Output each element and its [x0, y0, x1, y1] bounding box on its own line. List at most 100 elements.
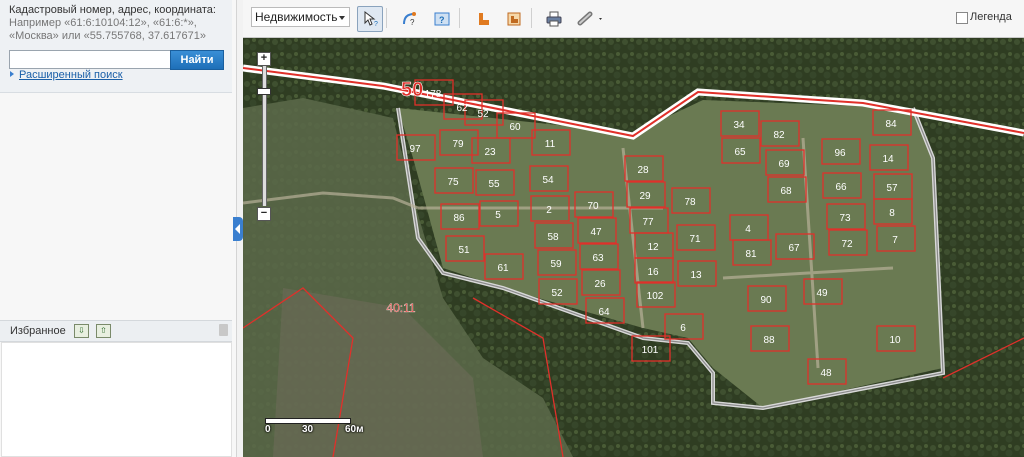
- plot-number-label[interactable]: 4: [745, 224, 751, 235]
- plot-number-label[interactable]: 12: [647, 242, 659, 253]
- toolbar-divider: [459, 8, 460, 28]
- search-hint-example: Например «61:6:10104:12», «61:6:*», «Мос…: [9, 17, 206, 42]
- plot-number-label[interactable]: 34: [733, 120, 745, 131]
- scale-mid-label: 30: [302, 424, 314, 435]
- info-tool-icon[interactable]: ?: [429, 6, 455, 32]
- plot-number-label[interactable]: 86: [453, 213, 465, 224]
- plot-number-label[interactable]: 14: [882, 154, 894, 165]
- district-label: 40:11: [386, 301, 415, 315]
- favorites-title: Избранное: [10, 325, 66, 337]
- plot-number-label[interactable]: 29: [639, 191, 651, 202]
- legend-checkbox[interactable]: [956, 12, 968, 24]
- plot-number-label[interactable]: 6: [680, 323, 686, 334]
- plot-number-label[interactable]: 69: [778, 159, 790, 170]
- favorites-header: Избранное ⇩ ⇧: [0, 320, 232, 342]
- link-icon[interactable]: [573, 6, 609, 32]
- expand-arrow-icon: [10, 71, 14, 77]
- plot-number-label[interactable]: 54: [542, 175, 554, 186]
- plot-number-label[interactable]: 65: [734, 147, 746, 158]
- plot-number-label[interactable]: 11: [545, 139, 556, 150]
- search-box: Кадастровый номер, адрес, координата: На…: [0, 0, 232, 93]
- plot-number-label[interactable]: 57: [886, 183, 898, 194]
- plot-number-label[interactable]: 73: [839, 213, 851, 224]
- plot-number-label[interactable]: 59: [550, 259, 562, 270]
- select-tool-icon[interactable]: ?: [357, 6, 383, 32]
- plot-number-label[interactable]: 78: [684, 197, 696, 208]
- plot-number-label[interactable]: 60: [509, 122, 521, 133]
- layer-select[interactable]: Недвижимость: [251, 7, 350, 27]
- plot-number-label[interactable]: 5: [495, 210, 501, 221]
- plot-number-label[interactable]: 66: [835, 182, 847, 193]
- advanced-search-link[interactable]: Расширенный поиск: [10, 69, 123, 81]
- measure-tool-icon[interactable]: ?: [397, 6, 423, 32]
- plot-number-label[interactable]: 64: [598, 307, 610, 318]
- plot-number-label[interactable]: 28: [637, 165, 649, 176]
- trash-icon[interactable]: [219, 324, 228, 336]
- plot-number-label[interactable]: 77: [642, 217, 654, 228]
- plot-number-label[interactable]: 82: [773, 130, 785, 141]
- scale-zero-label: 0: [265, 424, 271, 435]
- plot-number-label[interactable]: 75: [447, 177, 459, 188]
- plot-number-label[interactable]: 48: [820, 368, 832, 379]
- favorites-list: [1, 342, 232, 457]
- plot-number-label[interactable]: 26: [594, 279, 606, 290]
- zoom-slider-track[interactable]: [262, 66, 267, 206]
- plot-number-label[interactable]: 52: [551, 288, 563, 299]
- plot-number-label[interactable]: 178: [425, 89, 442, 100]
- plot-number-label[interactable]: 58: [547, 232, 559, 243]
- svg-text:?: ?: [374, 21, 378, 28]
- plot-number-label[interactable]: 70: [587, 201, 599, 212]
- plot-number-label[interactable]: 7: [892, 235, 898, 246]
- plot-number-label[interactable]: 102: [647, 291, 664, 302]
- plot-number-label[interactable]: 2: [546, 205, 552, 216]
- search-input[interactable]: [9, 50, 173, 69]
- plot-number-label[interactable]: 79: [452, 139, 464, 150]
- plot-number-label[interactable]: 49: [816, 288, 828, 299]
- plot-number-label[interactable]: 81: [745, 249, 757, 260]
- plot-number-label[interactable]: 90: [760, 295, 772, 306]
- map-toolbar: Недвижимость ? ? ? Легенда: [243, 0, 1024, 38]
- plot-number-label[interactable]: 72: [841, 239, 853, 250]
- search-hint: Кадастровый номер, адрес, координата: На…: [9, 4, 229, 43]
- plot-number-label[interactable]: 55: [488, 179, 500, 190]
- satellite-map[interactable]: 17862526097 79231175 55 5486 5 2 705158 4761 596…: [243, 38, 1024, 457]
- search-button[interactable]: Найти: [170, 50, 224, 70]
- layer-select-value: Недвижимость: [255, 10, 338, 24]
- parcel-tool-icon[interactable]: [501, 6, 527, 32]
- plot-number-label[interactable]: 16: [647, 267, 659, 278]
- plot-number-label[interactable]: 47: [590, 227, 602, 238]
- plot-number-label[interactable]: 71: [689, 234, 701, 245]
- search-hint-title: Кадастровый номер, адрес, координата:: [9, 4, 216, 16]
- plot-number-label[interactable]: 63: [592, 253, 604, 264]
- map-view[interactable]: 178 62 52 60 97 79 23 11 75 55 54 86 5 2 70 51 58 47 61 59 6…: [243, 38, 1024, 457]
- plot-number-label[interactable]: 97: [409, 144, 421, 155]
- import-favorites-icon[interactable]: ⇩: [74, 324, 89, 338]
- plot-number-label[interactable]: 68: [780, 186, 792, 197]
- export-favorites-icon[interactable]: ⇧: [96, 324, 111, 338]
- plot-number-label[interactable]: 96: [834, 148, 846, 159]
- zoom-out-button[interactable]: −: [257, 207, 271, 221]
- plot-number-label[interactable]: 23: [484, 147, 496, 158]
- toolbar-divider: [531, 8, 532, 28]
- legend-label: Легенда: [970, 11, 1012, 23]
- plot-number-label[interactable]: 10: [889, 335, 901, 346]
- plot-number-label[interactable]: 101: [642, 345, 659, 356]
- plot-number-label[interactable]: 67: [788, 243, 800, 254]
- plot-number-label[interactable]: 13: [690, 270, 702, 281]
- chevron-down-icon: [339, 16, 345, 20]
- toolbar-divider: [386, 8, 387, 28]
- plot-number-label[interactable]: 51: [458, 245, 470, 256]
- plot-number-label[interactable]: 52: [477, 109, 489, 120]
- building-tool-icon[interactable]: [471, 6, 497, 32]
- plot-number-label[interactable]: 8: [889, 208, 895, 219]
- plot-number-label[interactable]: 61: [497, 263, 509, 274]
- plot-number-label[interactable]: 88: [763, 335, 775, 346]
- advanced-search-label: Расширенный поиск: [19, 69, 123, 81]
- print-icon[interactable]: [541, 6, 567, 32]
- collapse-panel-button[interactable]: [233, 217, 243, 241]
- plot-number-label[interactable]: 84: [885, 119, 897, 130]
- svg-text:?: ?: [439, 15, 445, 25]
- plot-number-label[interactable]: 62: [456, 103, 468, 114]
- zoom-in-button[interactable]: +: [257, 52, 271, 66]
- zoom-slider-handle[interactable]: [257, 88, 271, 95]
